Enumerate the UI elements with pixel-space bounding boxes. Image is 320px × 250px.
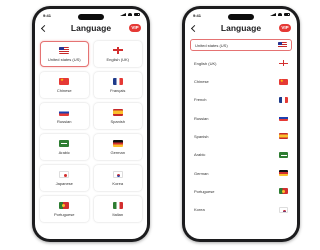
flag-us-icon xyxy=(59,46,70,54)
flag-us-icon xyxy=(278,42,287,48)
flag-de-icon xyxy=(279,170,288,177)
wifi-icon xyxy=(278,13,282,16)
language-label: Russian xyxy=(194,115,209,121)
language-label: United states (US) xyxy=(47,56,81,62)
language-tile-gb[interactable]: English (UK) xyxy=(93,41,142,67)
battery-icon xyxy=(284,13,290,16)
language-label: Portuguese xyxy=(54,211,75,217)
wifi-icon xyxy=(128,13,132,16)
language-label: United states (US) xyxy=(195,42,228,48)
language-label: Russian xyxy=(57,118,72,124)
language-row-ar[interactable]: Arabic xyxy=(190,149,292,161)
phone-list-view: 9:41 Language VIP United states (US) Engl… xyxy=(182,6,300,242)
flag-de-icon xyxy=(112,139,123,147)
header: Language VIP xyxy=(185,22,297,36)
dynamic-island xyxy=(228,14,254,20)
flag-fr-icon xyxy=(279,96,288,103)
signal-icon xyxy=(120,13,126,16)
vip-badge[interactable]: VIP xyxy=(129,24,141,32)
signal-icon xyxy=(270,13,276,16)
language-tile-kr[interactable]: Korea xyxy=(93,165,142,191)
language-tile-es[interactable]: Spanish xyxy=(93,103,142,129)
flag-kr-icon xyxy=(279,206,288,213)
flag-ar-icon xyxy=(59,139,70,147)
phone-screen: 9:41 Language VIP United states (US) Engl… xyxy=(185,9,297,239)
language-label: Korea xyxy=(112,180,124,186)
language-row-pt[interactable]: Portuguese xyxy=(190,185,292,197)
vip-badge[interactable]: VIP xyxy=(279,24,291,32)
language-tile-ar[interactable]: Arabic xyxy=(40,134,89,160)
language-grid: United states (US) English (UK) Chinese Fra… xyxy=(40,41,142,222)
language-label: Spanish xyxy=(110,118,125,124)
header: Language VIP xyxy=(35,22,147,36)
flag-cn-icon xyxy=(279,78,288,85)
dynamic-island xyxy=(78,14,104,20)
status-time: 9:41 xyxy=(193,13,202,18)
language-tile-ru[interactable]: Russian xyxy=(40,103,89,129)
language-tile-fr[interactable]: Français xyxy=(93,72,142,98)
language-row-fr[interactable]: French xyxy=(190,94,292,106)
flag-fr-icon xyxy=(112,77,123,85)
language-label: Japanese xyxy=(55,180,73,186)
flag-ru-icon xyxy=(59,108,70,116)
flag-gb-icon xyxy=(279,60,288,67)
language-row-cn[interactable]: Chinese xyxy=(190,76,292,88)
language-label: Korea xyxy=(194,207,205,213)
language-label: Arabic xyxy=(58,149,70,155)
language-label: English (UK) xyxy=(194,60,217,66)
language-tile-us[interactable]: United states (US) xyxy=(40,41,89,67)
flag-kr-icon xyxy=(112,170,123,178)
battery-icon xyxy=(134,13,140,16)
language-label: Arabic xyxy=(194,152,206,158)
language-row-us[interactable]: United states (US) xyxy=(190,39,292,51)
language-label: French xyxy=(194,97,207,103)
language-row-kr[interactable]: Korea xyxy=(190,204,292,216)
language-label: German xyxy=(110,149,125,155)
language-row-gb[interactable]: English (UK) xyxy=(190,57,292,69)
language-list: United states (US) English (UK) Chinese Fre… xyxy=(190,39,292,222)
language-label: Chinese xyxy=(56,87,72,93)
language-tile-pt[interactable]: Portuguese xyxy=(40,196,89,222)
flag-gb-icon xyxy=(112,46,123,54)
language-label: Français xyxy=(110,87,126,93)
flag-pt-icon xyxy=(59,201,70,209)
flag-pt-icon xyxy=(279,188,288,195)
language-tile-jp[interactable]: Japanese xyxy=(40,165,89,191)
flag-ar-icon xyxy=(279,151,288,158)
language-label: Portuguese xyxy=(194,188,215,194)
flag-ru-icon xyxy=(279,115,288,122)
status-icons xyxy=(270,13,290,16)
language-label: Spanish xyxy=(194,133,209,139)
phone-screen: 9:41 Language VIP United states (US) Engl… xyxy=(35,9,147,239)
language-row-es[interactable]: Spanish xyxy=(190,130,292,142)
status-time: 9:41 xyxy=(43,13,52,18)
language-tile-de[interactable]: German xyxy=(93,134,142,160)
language-label: German xyxy=(194,170,209,176)
flag-cn-icon xyxy=(59,77,70,85)
language-label: Chinese xyxy=(194,79,209,85)
flag-es-icon xyxy=(112,108,123,116)
language-row-ru[interactable]: Russian xyxy=(190,112,292,124)
language-label: Italian xyxy=(112,211,124,217)
flag-jp-icon xyxy=(59,170,70,178)
flag-es-icon xyxy=(279,133,288,140)
language-tile-it[interactable]: Italian xyxy=(93,196,142,222)
language-label: English (UK) xyxy=(106,56,129,62)
language-row-de[interactable]: German xyxy=(190,167,292,179)
language-tile-cn[interactable]: Chinese xyxy=(40,72,89,98)
phone-grid-view: 9:41 Language VIP United states (US) Engl… xyxy=(32,6,150,242)
flag-it-icon xyxy=(112,201,123,209)
status-icons xyxy=(120,13,140,16)
